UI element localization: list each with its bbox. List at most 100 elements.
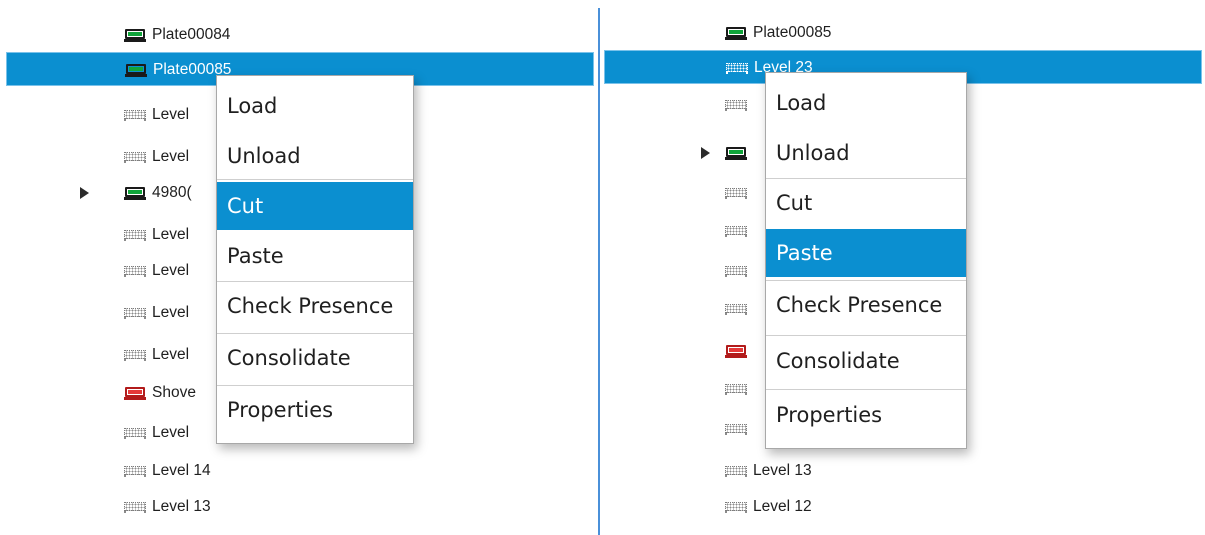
level-icon	[725, 423, 747, 435]
menu-item-label: Properties	[776, 403, 883, 427]
menu-separator	[217, 385, 413, 386]
plate-green-icon	[124, 28, 146, 42]
tree-node-label: Level	[152, 226, 190, 243]
tree-node: Level	[124, 416, 189, 450]
tree-node-label: 4980(	[152, 184, 192, 201]
menu-separator	[217, 333, 413, 334]
tree-row[interactable]: Plate00085	[604, 16, 1202, 50]
menu-item-consolidate[interactable]: Consolidate	[217, 334, 413, 382]
right-tree-pane: Plate00085 Level 23 Level 13 Level 12 Load Un…	[602, 0, 1205, 535]
tree-node: Level 13	[124, 490, 211, 524]
tree-node: Level	[124, 338, 189, 372]
level-icon	[124, 109, 146, 121]
menu-item-cut[interactable]: Cut	[766, 179, 966, 227]
menu-item-check-presence[interactable]: Check Presence	[217, 282, 413, 330]
tree-node	[725, 176, 753, 210]
level-icon	[725, 99, 747, 111]
tree-row[interactable]: Level 13	[6, 490, 594, 524]
menu-item-properties[interactable]: Properties	[766, 391, 966, 439]
level-icon	[124, 265, 146, 277]
tree-node: Level	[124, 98, 189, 132]
context-menu: Load Unload Cut Paste Check Presence Consolid…	[216, 75, 414, 444]
tree-node: Level 12	[725, 490, 812, 524]
tree-node	[725, 254, 753, 288]
plate-green-icon	[725, 26, 747, 40]
level-icon	[124, 427, 146, 439]
level-icon	[725, 265, 747, 277]
level-icon	[725, 383, 747, 395]
expand-arrow-icon[interactable]	[80, 187, 89, 199]
level-icon	[726, 62, 748, 74]
tree-node-label: Level	[152, 262, 190, 279]
menu-item-load[interactable]: Load	[217, 82, 413, 130]
menu-item-properties[interactable]: Properties	[217, 386, 413, 434]
menu-item-consolidate[interactable]: Consolidate	[766, 337, 966, 385]
menu-item-unload[interactable]: Unload	[217, 132, 413, 180]
menu-item-label: Cut	[227, 194, 264, 218]
level-icon	[725, 501, 747, 513]
plate-red-icon	[725, 344, 747, 358]
menu-item-label: Paste	[227, 244, 284, 268]
menu-item-label: Load	[227, 94, 278, 118]
menu-separator	[217, 281, 413, 282]
plate-green-icon	[124, 186, 146, 200]
tree-node: Plate00084	[124, 18, 230, 52]
level-icon	[725, 225, 747, 237]
menu-item-check-presence[interactable]: Check Presence	[766, 281, 966, 329]
tree-node: Plate00085	[725, 16, 831, 50]
menu-item-cut[interactable]: Cut	[217, 182, 413, 230]
tree-node-label: Level 13	[152, 498, 211, 515]
menu-item-paste[interactable]: Paste	[217, 232, 413, 280]
tree-row[interactable]: Plate00084	[6, 18, 594, 52]
tree-node: Level 14	[124, 454, 211, 488]
menu-separator	[766, 280, 966, 281]
tree-node-label: Plate00085	[753, 24, 832, 41]
menu-item-label: Properties	[227, 398, 334, 422]
level-icon	[725, 465, 747, 477]
menu-separator	[766, 335, 966, 336]
tree-node	[725, 136, 753, 170]
tree-node-label: Plate00084	[152, 26, 231, 43]
tree-node: Level	[124, 140, 189, 174]
level-icon	[124, 465, 146, 477]
tree-node	[725, 412, 753, 446]
tree-node	[725, 214, 753, 248]
tree-node-label: Level 12	[753, 498, 812, 515]
menu-item-label: Load	[776, 91, 827, 115]
menu-separator	[217, 179, 413, 180]
tree-node-label: Level	[152, 106, 190, 123]
pane-divider[interactable]	[598, 8, 600, 535]
tree-row[interactable]: Level 12	[604, 490, 1202, 524]
menu-item-unload[interactable]: Unload	[766, 129, 966, 177]
menu-item-label: Consolidate	[776, 349, 900, 373]
tree-node: Level 13	[725, 454, 812, 488]
tree-node: Level	[124, 296, 189, 330]
tree-node-label: Level	[152, 304, 190, 321]
tree-row[interactable]: Level 14	[6, 454, 594, 488]
tree-node	[725, 372, 753, 406]
plate-green-icon	[725, 146, 747, 160]
expand-arrow-icon[interactable]	[701, 147, 710, 159]
left-tree-pane: Plate00084 Plate00085 Level Level 4980(Level…	[0, 0, 598, 535]
menu-item-label: Check Presence	[227, 294, 394, 318]
tree-node: Level	[124, 254, 189, 288]
tree-node: 4980(	[124, 176, 192, 210]
menu-item-label: Consolidate	[227, 346, 351, 370]
menu-item-label: Unload	[227, 144, 301, 168]
menu-item-label: Unload	[776, 141, 850, 165]
menu-separator	[766, 178, 966, 179]
tree-node: Shove	[124, 376, 196, 410]
tree-node-label: Level	[152, 424, 190, 441]
tree-node-label: Level 14	[152, 462, 211, 479]
menu-item-load[interactable]: Load	[766, 79, 966, 127]
plate-red-icon	[124, 386, 146, 400]
level-icon	[725, 303, 747, 315]
tree-node: Level	[124, 218, 189, 252]
level-icon	[124, 501, 146, 513]
tree-node-label: Level 13	[753, 462, 812, 479]
plate-green-icon	[125, 63, 147, 77]
menu-item-paste[interactable]: Paste	[766, 229, 966, 277]
tree-row[interactable]: Level 13	[604, 454, 1202, 488]
level-icon	[124, 307, 146, 319]
tree-node	[725, 292, 753, 326]
